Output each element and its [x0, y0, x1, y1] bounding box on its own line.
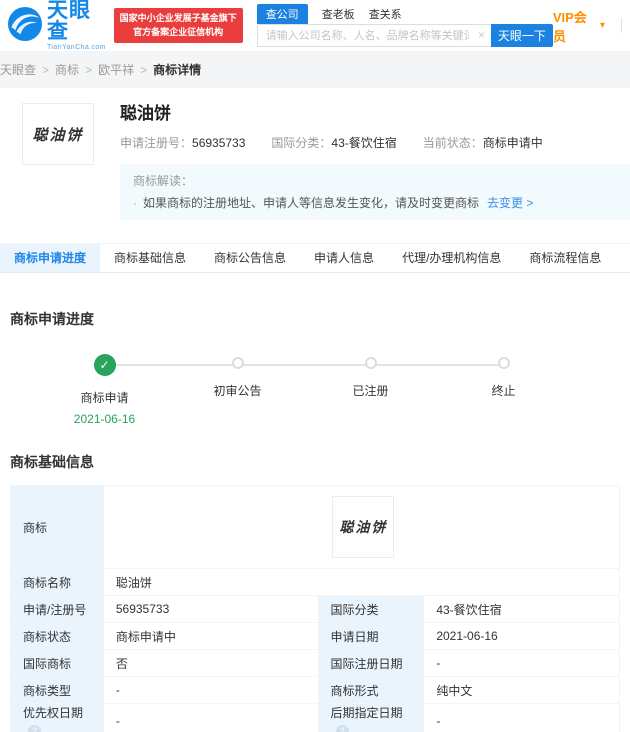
- table-row: 商标名称 聪油饼: [11, 569, 620, 596]
- trademark-card: 聪油饼 聪油饼 申请注册号：56935733 国际分类：43-餐饮住宿 当前状态…: [0, 88, 630, 220]
- brand-name: 天眼查: [47, 0, 108, 42]
- breadcrumb-applicant[interactable]: 欧平祥: [98, 61, 134, 78]
- search-tab-relation[interactable]: 查关系: [369, 4, 402, 24]
- eye-logo-icon: [8, 7, 42, 44]
- bullet-icon: ·: [133, 196, 137, 210]
- basic-info-section-title: 商标基础信息: [10, 452, 620, 472]
- tab-goods-services[interactable]: 商品/服务项目: [615, 244, 630, 272]
- breadcrumb-separator: >: [42, 63, 49, 77]
- trademark-image-small: 聪油饼: [332, 496, 394, 558]
- basic-info-table: 商标 聪油饼 商标名称 聪油饼 申请/注册号 56935733 国际分类 43-…: [10, 485, 620, 732]
- pending-circle-icon: [365, 357, 377, 369]
- breadcrumb-home[interactable]: 天眼查: [0, 61, 36, 78]
- vip-menu[interactable]: VIP会员 ▾: [553, 7, 605, 45]
- note-text: 如果商标的注册地址、申请人等信息发生变化，请及时变更商标: [143, 196, 479, 210]
- section-tabs: 商标申请进度 商标基础信息 商标公告信息 申请人信息 代理/办理机构信息 商标流…: [0, 243, 630, 273]
- help-icon[interactable]: ?: [28, 725, 41, 732]
- step-preliminary-approval: 初审公告: [171, 354, 304, 426]
- trademark-note-box: 商标解读： · 如果商标的注册地址、申请人等信息发生变化，请及时变更商标去变更 >: [120, 164, 630, 220]
- chevron-down-icon: ▾: [600, 20, 605, 31]
- tab-announcement-info[interactable]: 商标公告信息: [200, 244, 300, 272]
- breadcrumb: 天眼查 > 商标 > 欧平祥 > 商标详情: [0, 51, 630, 88]
- table-row: 商标状态 商标申请中 申请日期 2021-06-16: [11, 623, 620, 650]
- official-badge: 国家中小企业发展子基金旗下 官方备案企业征信机构: [114, 8, 243, 42]
- tab-process-info[interactable]: 商标流程信息: [515, 244, 615, 272]
- tab-basic-info[interactable]: 商标基础信息: [100, 244, 200, 272]
- page-title: 聪油饼: [120, 105, 630, 122]
- brand-domain: TianYanCha.com: [47, 44, 108, 51]
- tab-applicant-info[interactable]: 申请人信息: [300, 244, 388, 272]
- table-row: 申请/注册号 56935733 国际分类 43-餐饮住宿: [11, 596, 620, 623]
- top-header: 天眼查 TianYanCha.com 国家中小企业发展子基金旗下 官方备案企业征…: [0, 0, 630, 51]
- header-divider: [621, 18, 622, 33]
- search-button[interactable]: 天眼一下: [491, 24, 553, 47]
- pending-circle-icon: [498, 357, 510, 369]
- table-row: 优先权日期? - 后期指定日期? -: [11, 704, 620, 732]
- search-input[interactable]: [257, 24, 491, 47]
- tab-application-progress[interactable]: 商标申请进度: [0, 244, 100, 272]
- note-title: 商标解读：: [133, 172, 630, 189]
- tianyancha-logo[interactable]: 天眼查 TianYanCha.com: [8, 0, 108, 51]
- step-registered: 已注册: [304, 354, 437, 426]
- change-trademark-link[interactable]: 去变更 >: [487, 196, 533, 210]
- step-date: 2021-06-16: [74, 412, 135, 426]
- table-row: 商标类型 - 商标形式 纯中文: [11, 677, 620, 704]
- reg-number-field: 申请注册号：56935733: [120, 134, 245, 151]
- breadcrumb-current: 商标详情: [153, 61, 201, 78]
- search-tab-boss[interactable]: 查老板: [322, 4, 355, 24]
- intl-class-field: 国际分类：43-餐饮住宿: [271, 134, 396, 151]
- status-field: 当前状态：商标申请中: [423, 134, 543, 151]
- progress-section-title: 商标申请进度: [10, 309, 620, 329]
- progress-stepper: ✓ 商标申请 2021-06-16 初审公告 已注册 终止: [38, 354, 570, 426]
- breadcrumb-trademark[interactable]: 商标: [55, 61, 79, 78]
- breadcrumb-separator: >: [140, 63, 147, 77]
- tab-agency-info[interactable]: 代理/办理机构信息: [388, 244, 515, 272]
- breadcrumb-separator: >: [85, 63, 92, 77]
- search-tab-company[interactable]: 查公司: [257, 4, 308, 24]
- search-area: 查公司 查老板 查关系 × 天眼一下: [257, 4, 553, 47]
- table-row: 商标 聪油饼: [11, 486, 620, 569]
- table-row: 国际商标 否 国际注册日期 -: [11, 650, 620, 677]
- trademark-image: 聪油饼: [22, 103, 94, 165]
- clear-icon[interactable]: ×: [478, 28, 485, 42]
- check-circle-icon: ✓: [94, 354, 116, 376]
- pending-circle-icon: [232, 357, 244, 369]
- step-application: ✓ 商标申请 2021-06-16: [38, 354, 171, 426]
- search-tabs: 查公司 查老板 查关系: [257, 4, 553, 24]
- help-icon[interactable]: ?: [336, 725, 349, 732]
- step-terminated: 终止: [437, 354, 570, 426]
